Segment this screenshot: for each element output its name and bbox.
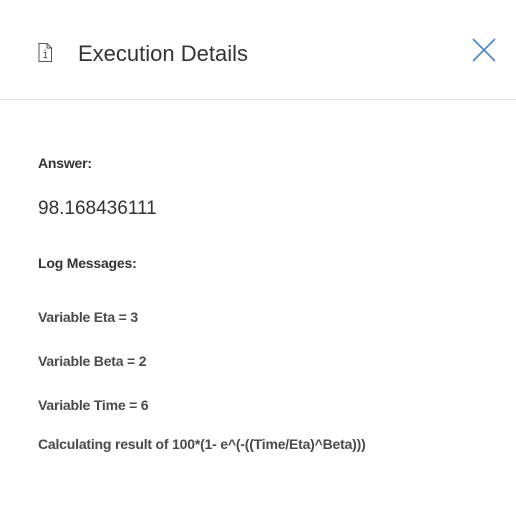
answer-label: Answer:	[38, 155, 92, 171]
log-messages-list: Variable Eta = 3 Variable Beta = 2 Varia…	[38, 305, 378, 458]
close-button[interactable]	[470, 36, 498, 64]
execution-details-panel: Execution Details Answer: 98.168436111 L…	[0, 0, 516, 518]
answer-value: 98.168436111	[38, 198, 157, 219]
log-message: Calculating result of 100*(1- e^(-((Time…	[38, 436, 366, 452]
panel-title: Execution Details	[78, 41, 248, 66]
panel-header: Execution Details	[0, 0, 516, 100]
log-message: Variable Time = 6	[38, 397, 149, 413]
log-messages-label: Log Messages:	[38, 255, 137, 271]
log-message: Variable Beta = 2	[38, 353, 147, 369]
close-icon	[472, 38, 496, 62]
document-info-icon	[38, 43, 52, 62]
log-message: Variable Eta = 3	[38, 309, 138, 325]
